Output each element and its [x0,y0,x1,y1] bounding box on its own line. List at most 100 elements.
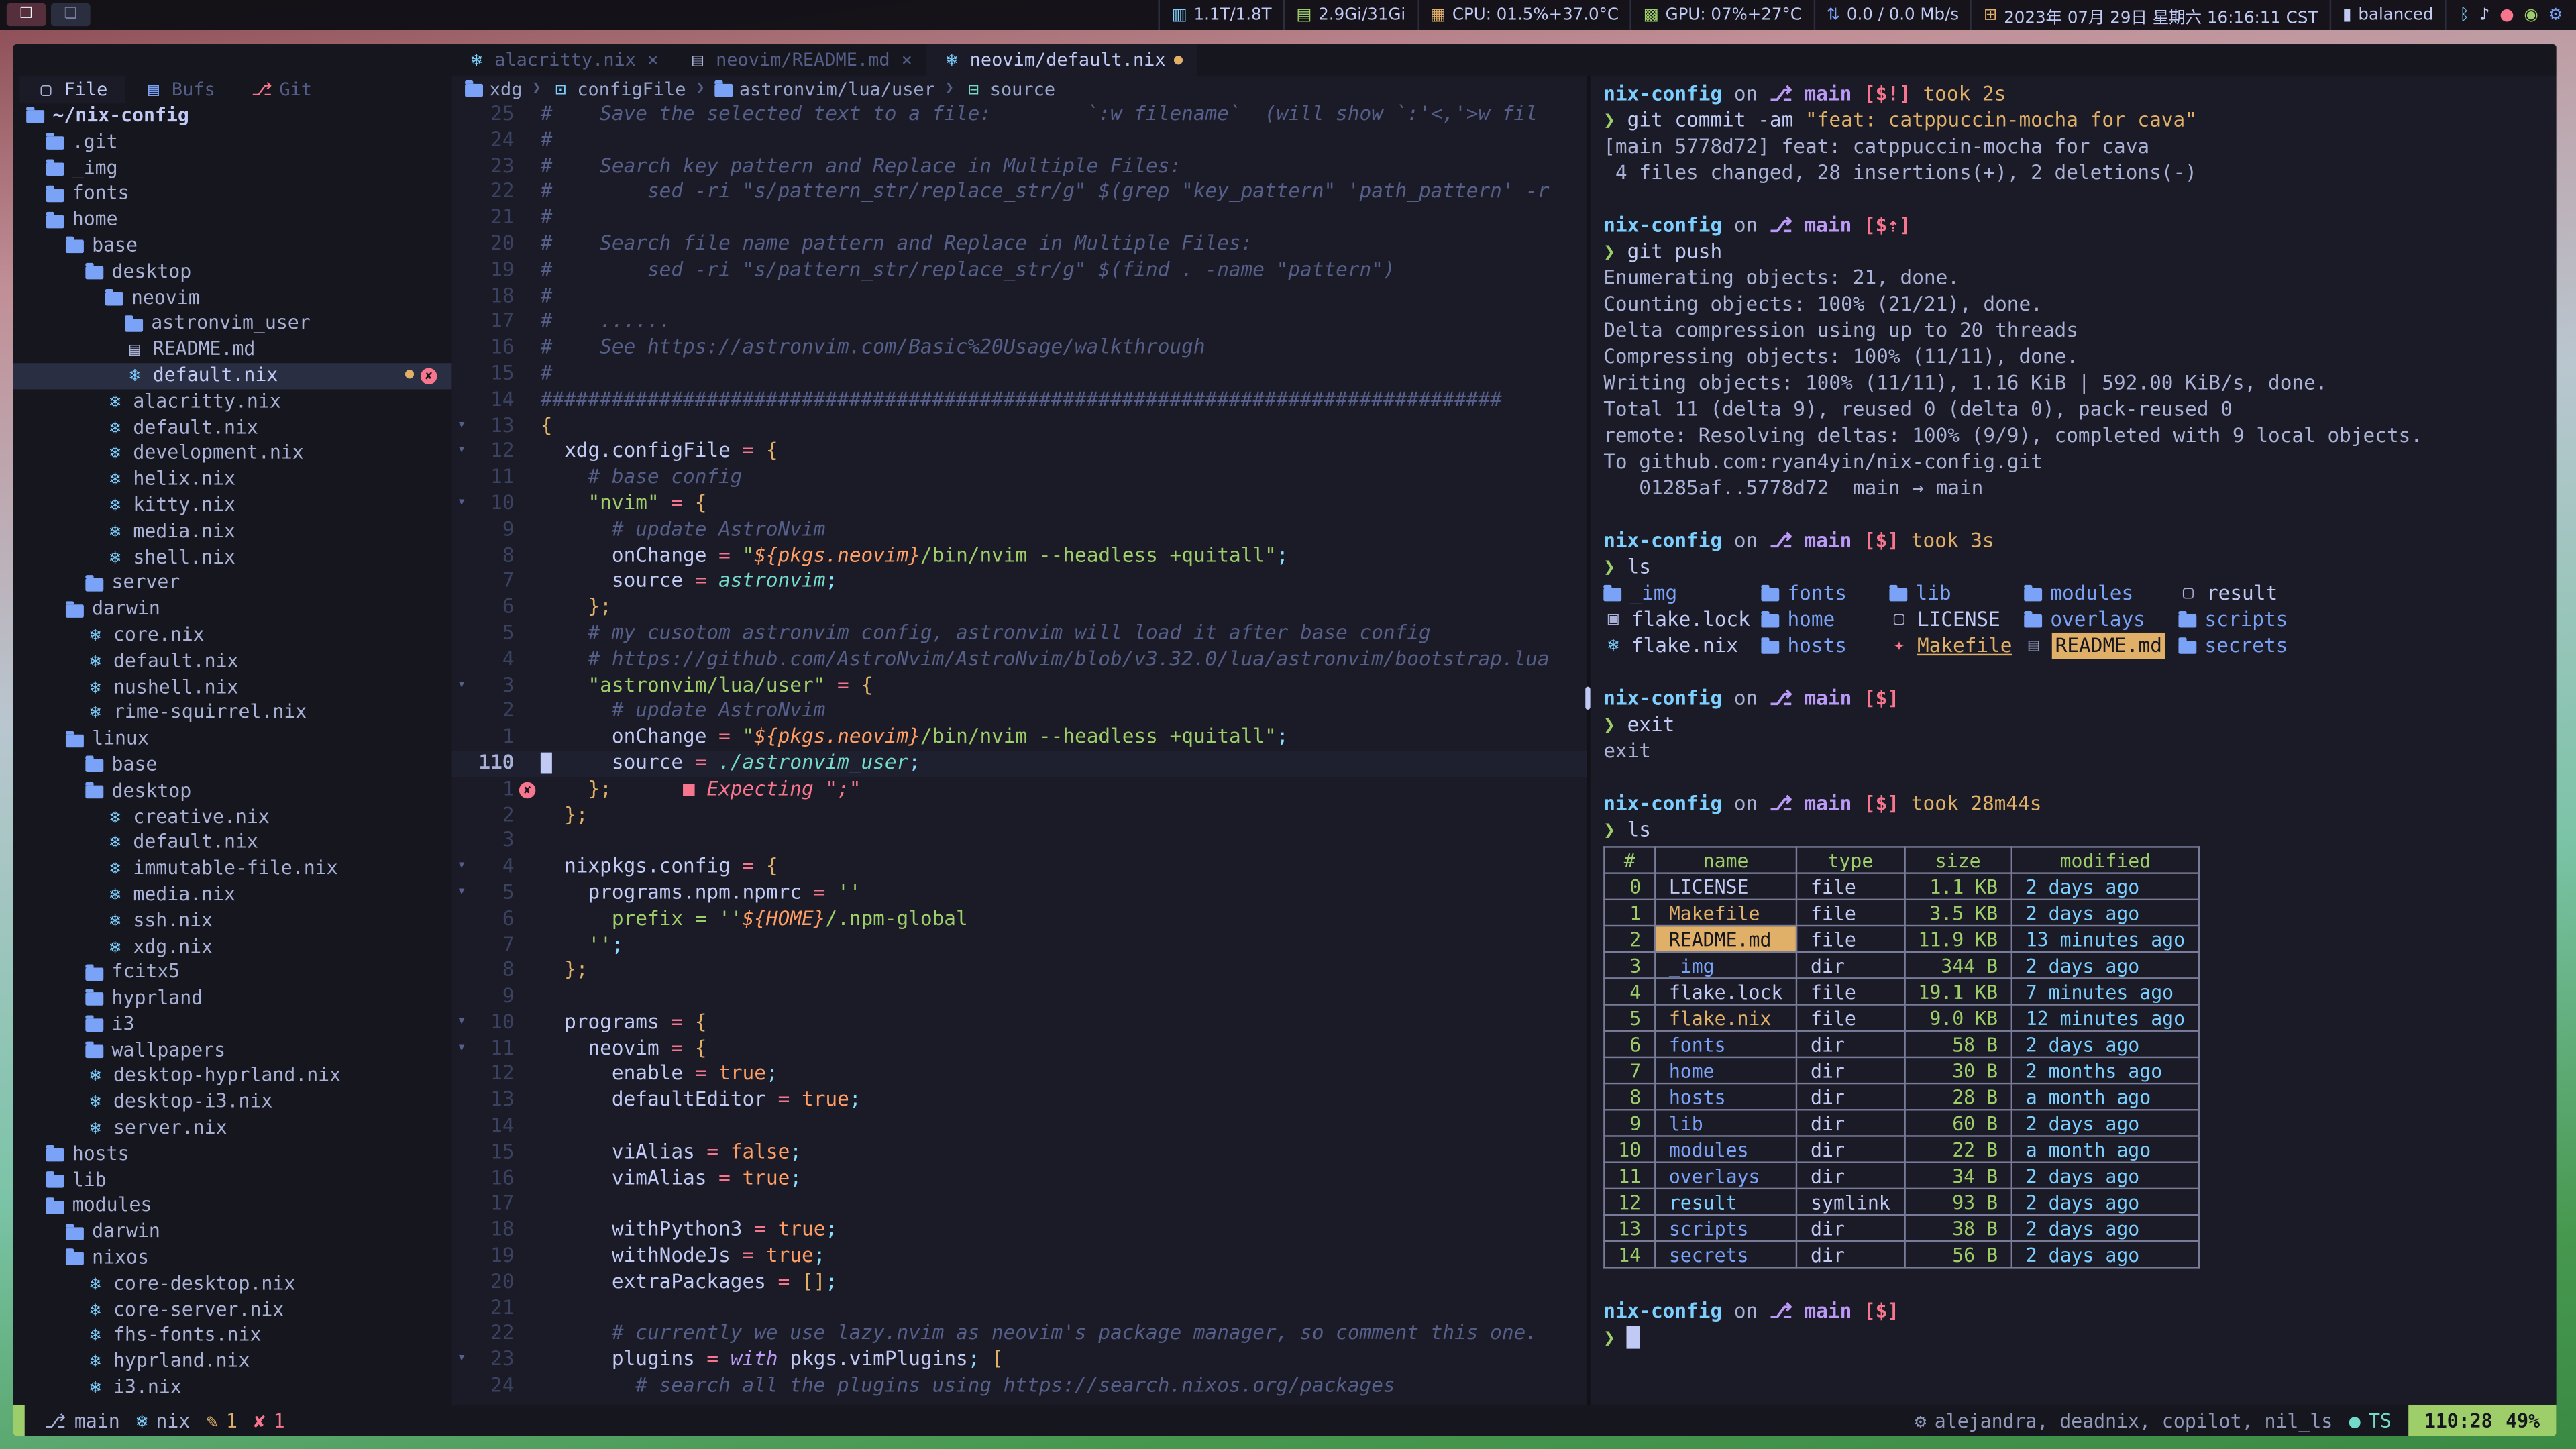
editor-line[interactable]: 2 }; [451,802,1587,828]
tree-item[interactable]: ❄media.nix [13,882,452,908]
bluetooth-icon[interactable]: ᛒ [2460,6,2470,24]
changes-segment[interactable]: ✎ 1 [207,1409,237,1432]
editor-line[interactable]: 9 # update AstroNvim [451,517,1587,543]
tree-item[interactable]: server [13,571,452,597]
editor-line[interactable]: 16# See https://astronvim.com/Basic%20Us… [451,335,1587,362]
breadcrumb-item[interactable]: ⊡configFile [551,78,686,99]
record-icon[interactable]: ● [2500,6,2514,24]
tree-item[interactable]: ❄helix.nix [13,467,452,493]
tree-item[interactable]: ❄nushell.nix [13,674,452,700]
tree-item[interactable]: desktop [13,259,452,285]
tree-item[interactable]: ❄shell.nix [13,545,452,571]
editor-line[interactable]: 9 [451,984,1587,1010]
editor-line[interactable]: 24 # search all the plugins using https:… [451,1373,1587,1399]
terminal-panel[interactable]: nix-config on ⎇ main [$!] took 2s❯ git c… [1591,76,2557,1405]
tree-item[interactable]: base [13,233,452,260]
editor-line[interactable]: ▾5 programs.npm.npmrc = '' [451,880,1587,906]
editor-line[interactable]: 19# sed -ri "s/pattern_str/replace_str/g… [451,258,1587,284]
editor-line[interactable]: ▾4 nixpkgs.config = { [451,855,1587,881]
editor-line[interactable]: 19 withNodeJs = true; [451,1244,1587,1270]
tree-item[interactable]: astronvim_user [13,311,452,337]
editor-line[interactable]: 3 [451,828,1587,855]
diagnostics-segment[interactable]: ✘ 1 [254,1409,285,1432]
tree-item[interactable]: ❄core-desktop.nix [13,1271,452,1297]
fold-icon[interactable]: ▾ [451,439,471,466]
tree-item[interactable]: darwin [13,596,452,623]
fold-icon[interactable]: ▾ [451,1348,471,1374]
tree-item[interactable]: ❄rime-squirrel.nix [13,700,452,727]
editor-line[interactable]: 1 onChange = "${pkgs.neovim}/bin/nvim --… [451,724,1587,751]
tree-item[interactable]: ❄immutable-file.nix [13,856,452,882]
fold-icon[interactable]: ▾ [451,1036,471,1063]
tree-item[interactable]: ❄server.nix [13,1116,452,1142]
browser-workspace[interactable]: ❏ [51,3,91,26]
editor-line[interactable]: ▾12 xdg.configFile = { [451,439,1587,466]
tree-item[interactable]: ❄media.nix [13,519,452,545]
tree-item[interactable]: ❄hyprland.nix [13,1349,452,1375]
editor-line[interactable]: 21# [451,206,1587,232]
editor-line[interactable]: 14######################################… [451,387,1587,413]
tree-item[interactable]: ▤README.md [13,337,452,363]
tree-item[interactable]: hyprland [13,986,452,1012]
editor-line[interactable]: 18 withPython3 = true; [451,1218,1587,1244]
editor-line[interactable]: 16 vimAlias = true; [451,1166,1587,1192]
fold-icon[interactable]: ▾ [451,673,471,699]
editor-line[interactable]: ▾13{ [451,413,1587,439]
editor-line[interactable]: 17 [451,1192,1587,1218]
tree-item[interactable]: ❄creative.nix [13,804,452,830]
editor-line[interactable]: 18# [451,284,1587,310]
editor-line[interactable]: 17# ...... [451,309,1587,335]
editor-line[interactable]: 15 viAlias = false; [451,1140,1587,1166]
settings-icon[interactable]: ⚙ [2548,6,2563,24]
tree-item[interactable]: hosts [13,1142,452,1168]
editor-line[interactable]: 14 [451,1114,1587,1140]
tree-item[interactable]: _img [13,156,452,182]
editor-line[interactable]: 1✘ }; ■ Expecting ";" [451,777,1587,803]
editor-line[interactable]: ▾10 "nvim" = { [451,491,1587,517]
editor-line[interactable]: 12 enable = true; [451,1062,1587,1088]
tree-item[interactable]: ❄i3.nix [13,1375,452,1401]
editor-line[interactable]: 7 ''; [451,932,1587,959]
editor-line[interactable]: ▾11 neovim = { [451,1036,1587,1063]
tree-item[interactable]: .git [13,129,452,156]
editor-buffer[interactable]: 25# Save the selected text to a file: `:… [451,102,1587,1405]
close-icon[interactable]: × [647,49,658,70]
buffer-tab[interactable]: ▤neovim/README.md× [673,44,927,76]
tree-item[interactable]: ❄ssh.nix [13,908,452,934]
tree-item[interactable]: darwin [13,1220,452,1246]
tree-item[interactable]: i3 [13,1012,452,1038]
tree-item[interactable]: home [13,207,452,233]
editor-line[interactable]: 24# [451,128,1587,154]
explorer-tab-bufs[interactable]: ▤Bufs [127,76,232,104]
editor-line[interactable]: 25# Save the selected text to a file: `:… [451,102,1587,128]
fold-icon[interactable]: ▾ [451,855,471,881]
tree-item[interactable]: ❄xdg.nix [13,934,452,960]
editor-line[interactable]: 22# sed -ri "s/pattern_str/replace_str/g… [451,180,1587,206]
tree-item[interactable]: ❄development.nix [13,441,452,467]
breadcrumb-item[interactable]: astronvim/lua/user [714,78,935,99]
tree-item[interactable]: ❄alacritty.nix [13,389,452,415]
tree-item[interactable]: desktop [13,778,452,804]
explorer-tab-file[interactable]: ▢File [19,76,124,104]
editor-line[interactable]: ▾10 programs = { [451,1010,1587,1036]
explorer-tab-git[interactable]: ⎇Git [235,76,328,104]
tree-item[interactable]: nixos [13,1245,452,1271]
tree-item[interactable]: ❄core-server.nix [13,1297,452,1324]
tree-item[interactable]: neovim [13,285,452,311]
fold-icon[interactable]: ▾ [451,1010,471,1036]
editor-line[interactable]: 5 # my cusotom astronvim config, astronv… [451,621,1587,647]
breadcrumb-item[interactable]: ⊟source [964,78,1056,99]
editor-line[interactable]: 21 [451,1295,1587,1322]
editor-line[interactable]: 6 }; [451,595,1587,621]
editor-line[interactable]: 23# Search key pattern and Replace in Mu… [451,154,1587,180]
tree-item[interactable]: ❄default.nix [13,649,452,675]
tree-item[interactable]: ❄default.nix [13,830,452,857]
fold-icon[interactable]: ▾ [451,880,471,906]
editor-line[interactable]: 4 # https://github.com/AstroNvim/AstroNv… [451,647,1587,673]
editor-line[interactable]: 6 prefix = ''${HOME}/.npm-global [451,906,1587,932]
fold-icon[interactable]: ▾ [451,491,471,517]
editor-line[interactable]: ▾23 plugins = with pkgs.vimPlugins; [ [451,1348,1587,1374]
tree-item[interactable]: modules [13,1193,452,1220]
tree-root[interactable]: ~/nix-config [13,103,452,129]
editor-line[interactable]: 2 # update AstroNvim [451,699,1587,725]
